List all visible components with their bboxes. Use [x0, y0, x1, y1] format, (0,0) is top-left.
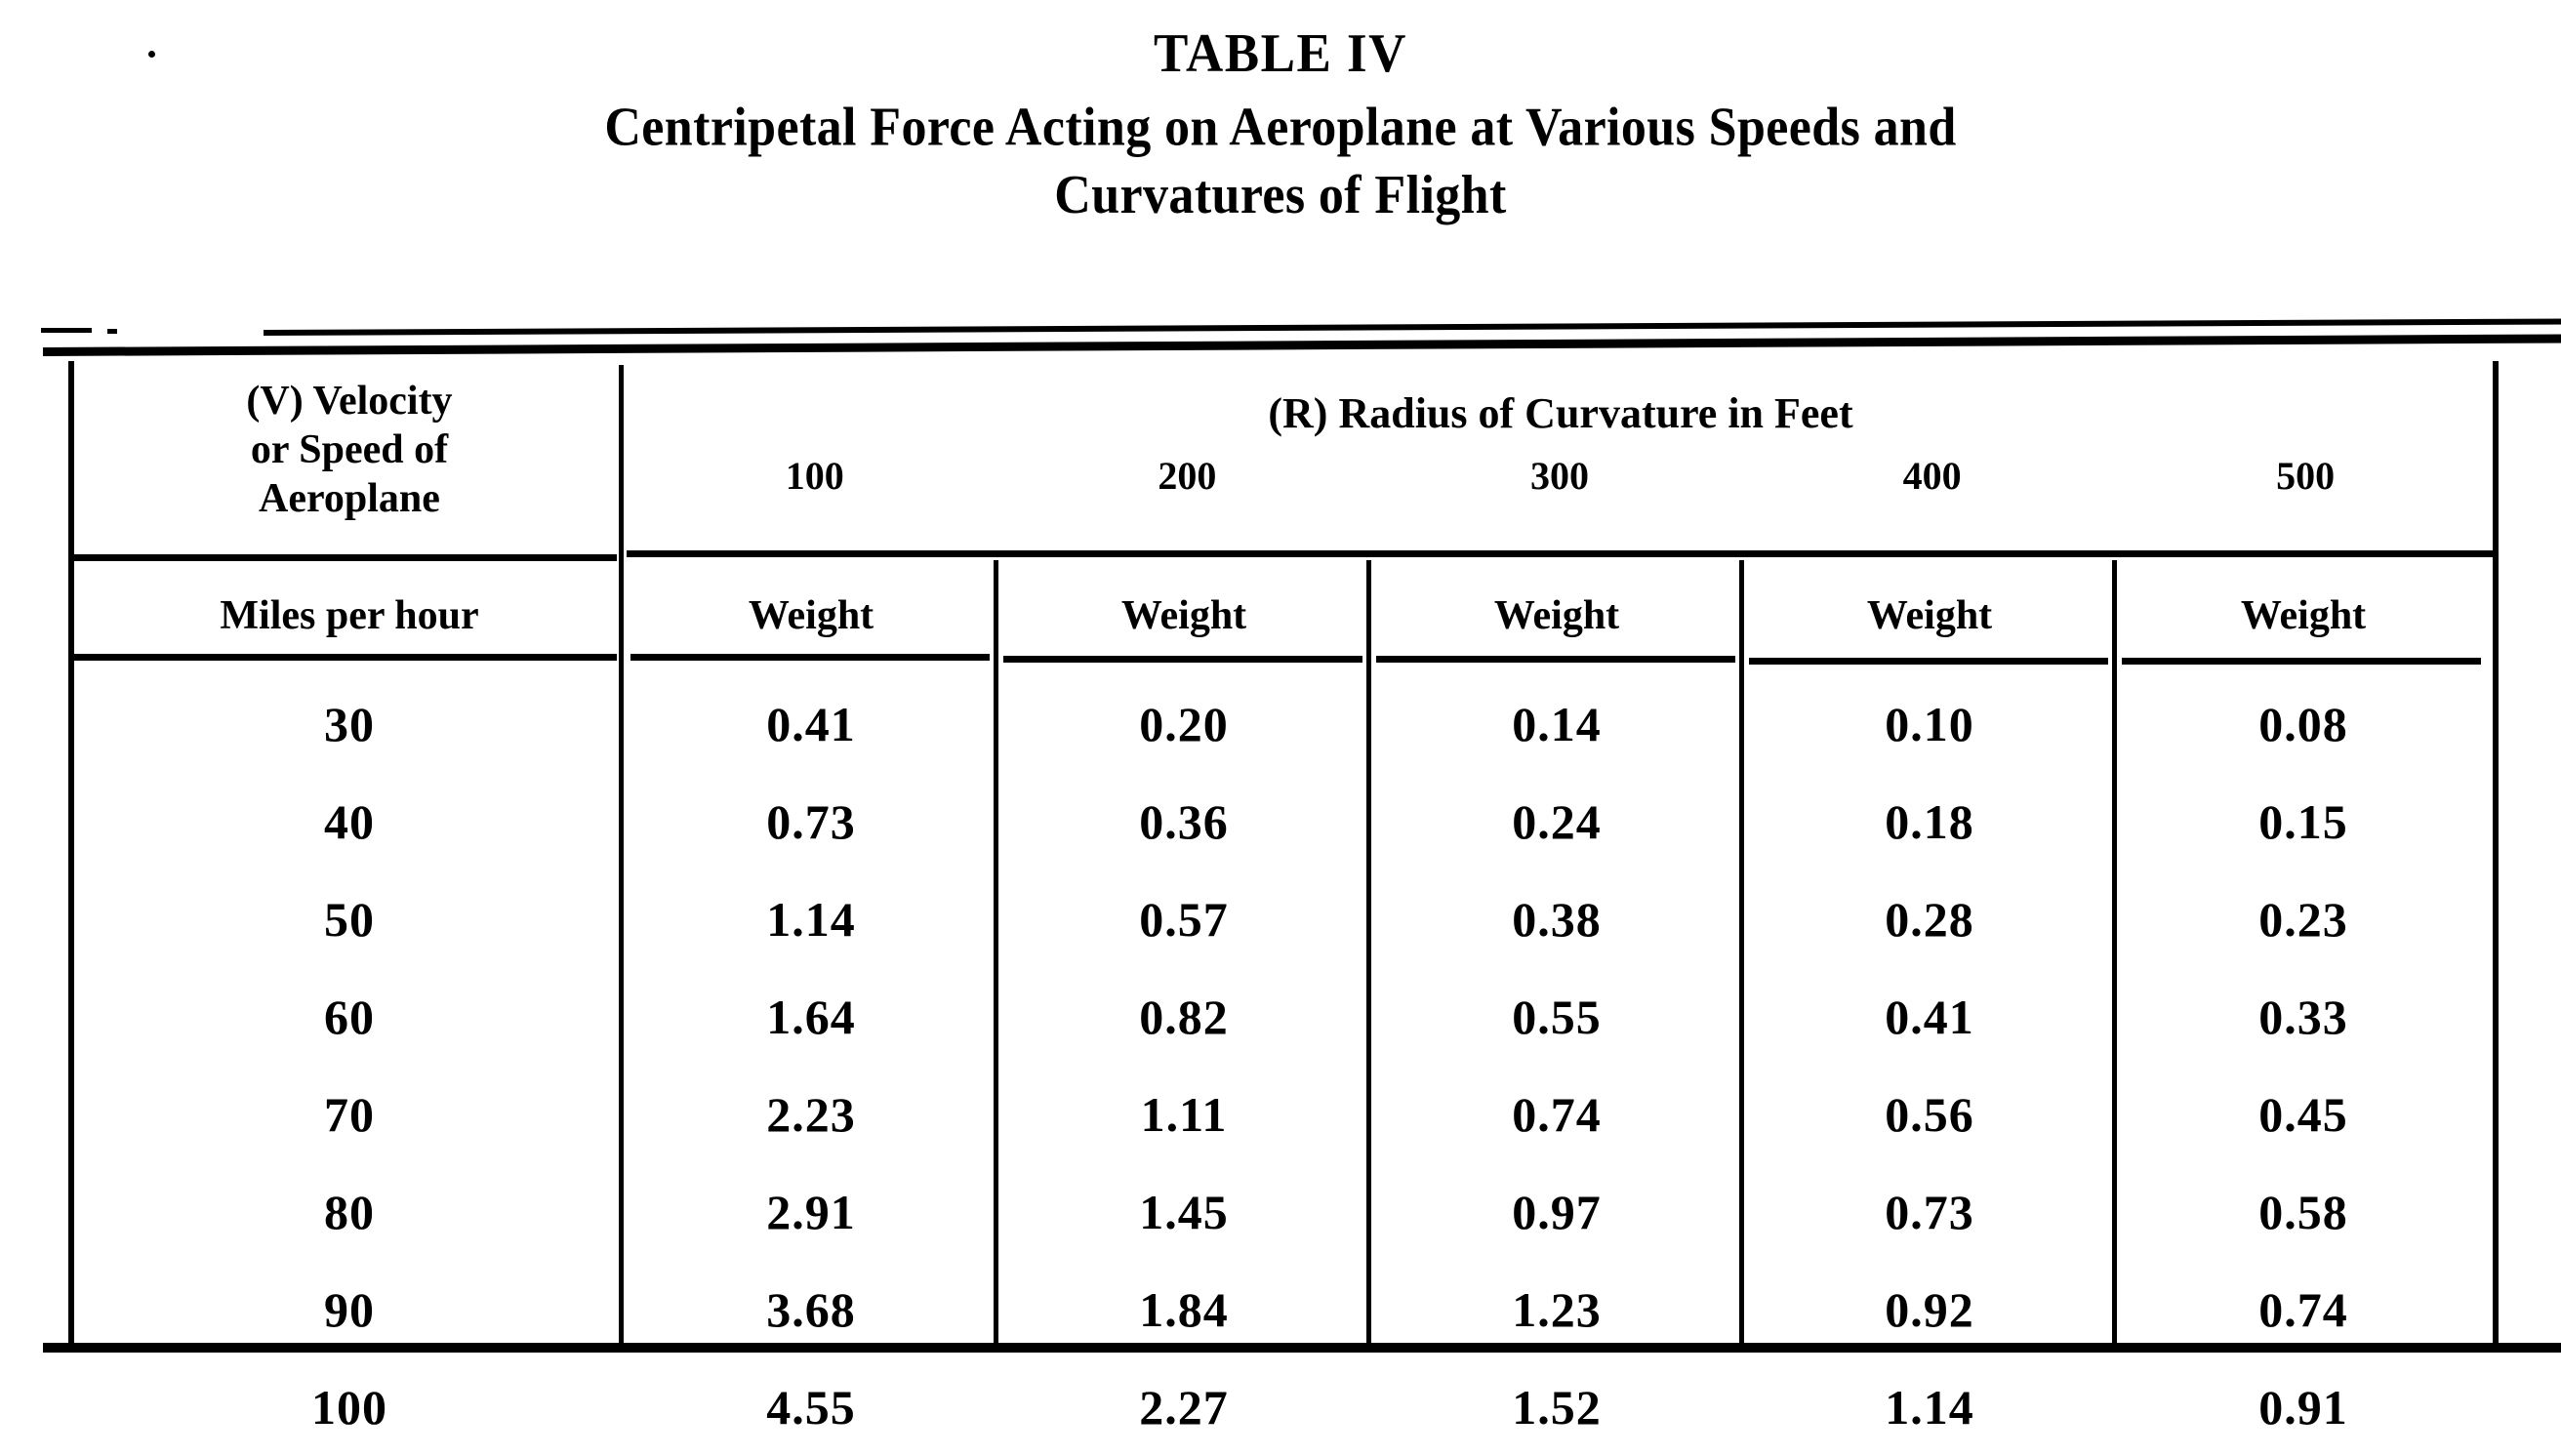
table-caption-line-1: Centripetal Force Acting on Aeroplane at…	[604, 98, 1957, 158]
data-table: (V) Velocity or Speed of Aeroplane (R) R…	[41, 318, 2561, 1435]
unit-row: Miles per hour Weight Weight Weight Weig…	[74, 576, 2493, 656]
cell-speed: 30	[324, 697, 375, 751]
column-group-header: (R) Radius of Curvature in Feet	[1268, 389, 1853, 437]
cell-speed: 40	[324, 794, 375, 849]
table-row: 70 2.23 1.11 0.74 0.56 0.45	[74, 1066, 2493, 1163]
unit-rule-col3	[1376, 656, 1735, 663]
cell-weight-r200: 1.45	[1139, 1185, 1229, 1239]
table-caption: Centripetal Force Acting on Aeroplane at…	[0, 95, 2561, 229]
unit-cell-weight-300: Weight	[1493, 593, 1620, 638]
table-body: 30 0.41 0.20 0.14 0.10 0.08 40 0.73 0.36…	[74, 675, 2493, 1456]
radius-value-100: 100	[785, 454, 844, 498]
cell-weight-r500: 0.23	[2258, 892, 2348, 947]
table-caption-line-2: Curvatures of Flight	[1054, 165, 1507, 225]
row-header-line-3: Aeroplane	[259, 476, 440, 521]
cell-weight-r100: 3.68	[766, 1282, 856, 1337]
unit-cell-weight-200: Weight	[1120, 593, 1247, 638]
header-rule-col0	[74, 554, 617, 561]
table-row: 80 2.91 1.45 0.97 0.73 0.58	[74, 1163, 2493, 1261]
cell-weight-r500: 0.33	[2258, 990, 2348, 1044]
radius-value-500: 500	[2276, 454, 2336, 498]
radius-value-400: 400	[1902, 454, 1962, 498]
cell-weight-r100: 0.41	[766, 697, 856, 751]
cell-weight-r400: 0.56	[1885, 1087, 1974, 1142]
top-rule-inner	[42, 334, 2561, 356]
unit-rule-col4	[1749, 658, 2108, 665]
row-header-line-2: or Speed of	[250, 427, 449, 472]
scanned-table-page: TABLE IV Centripetal Force Acting on Aer…	[0, 0, 2561, 1435]
table-number: TABLE IV	[1154, 23, 1407, 84]
cell-weight-r200: 0.20	[1139, 697, 1229, 751]
cell-speed: 50	[324, 892, 375, 947]
cell-weight-r200: 2.27	[1139, 1380, 1229, 1435]
unit-rule-col5	[2122, 658, 2481, 665]
cell-weight-r100: 2.91	[766, 1185, 856, 1239]
cell-weight-r100: 2.23	[766, 1087, 856, 1142]
table-row: 90 3.68 1.84 1.23 0.92 0.74	[74, 1261, 2493, 1358]
cell-weight-r500: 0.74	[2258, 1282, 2348, 1337]
cell-weight-r100: 1.64	[766, 990, 856, 1044]
cell-weight-r100: 0.73	[766, 794, 856, 849]
unit-cell-speed: Miles per hour	[220, 593, 479, 638]
cell-weight-r400: 0.18	[1885, 794, 1974, 849]
header-rule-radius-group	[627, 550, 2493, 557]
cell-weight-r400: 0.10	[1885, 697, 1974, 751]
cell-weight-r300: 0.97	[1512, 1185, 1602, 1239]
cell-weight-r200: 0.82	[1139, 990, 1229, 1044]
cell-speed: 90	[324, 1282, 375, 1337]
cell-weight-r300: 0.55	[1512, 990, 1602, 1044]
cell-weight-r300: 0.24	[1512, 794, 1602, 849]
cell-weight-r500: 0.08	[2258, 697, 2348, 751]
unit-cell-weight-400: Weight	[1866, 593, 1993, 638]
cell-weight-r400: 0.41	[1885, 990, 1974, 1044]
title-block: TABLE IV Centripetal Force Acting on Aer…	[0, 23, 2561, 225]
row-header-line-1: (V) Velocity	[246, 379, 453, 424]
cell-weight-r500: 0.91	[2258, 1380, 2348, 1435]
table-row: 40 0.73 0.36 0.24 0.18 0.15	[74, 773, 2493, 870]
cell-weight-r300: 0.14	[1512, 697, 1602, 751]
unit-rule-col2	[1003, 656, 1362, 663]
cell-speed: 70	[324, 1087, 375, 1142]
table-row: 30 0.41 0.20 0.14 0.10 0.08	[74, 675, 2493, 773]
cell-weight-r100: 1.14	[766, 892, 856, 947]
cell-weight-r400: 0.28	[1885, 892, 1974, 947]
cell-weight-r300: 0.74	[1512, 1087, 1602, 1142]
radius-value-row: 100 200 300 400 500	[629, 453, 2493, 499]
cell-weight-r400: 0.73	[1885, 1185, 1974, 1239]
table-row: 50 1.14 0.57 0.38 0.28 0.23	[74, 870, 2493, 968]
unit-cell-weight-100: Weight	[748, 593, 874, 638]
top-rule-fragment-left	[41, 328, 92, 333]
cell-weight-r500: 0.58	[2258, 1185, 2348, 1239]
cell-weight-r200: 1.84	[1139, 1282, 1229, 1337]
cell-weight-r300: 0.38	[1512, 892, 1602, 947]
unit-cell-weight-500: Weight	[2240, 593, 2367, 638]
cell-weight-r200: 0.36	[1139, 794, 1229, 849]
cell-weight-r300: 1.23	[1512, 1282, 1602, 1337]
cell-speed: 100	[311, 1380, 387, 1435]
cell-weight-r200: 1.11	[1140, 1087, 1228, 1142]
cell-speed: 80	[324, 1185, 375, 1239]
top-rule-outer	[263, 318, 2561, 336]
cell-speed: 60	[324, 990, 375, 1044]
table-row: 100 4.55 2.27 1.52 1.14 0.91	[74, 1358, 2493, 1456]
cell-weight-r500: 0.45	[2258, 1087, 2348, 1142]
radius-value-200: 200	[1158, 454, 1217, 498]
row-header-stub: (V) Velocity or Speed of Aeroplane	[74, 377, 625, 523]
cell-weight-r400: 1.14	[1885, 1380, 1974, 1435]
table-border-right	[2493, 361, 2499, 1347]
cell-weight-r300: 1.52	[1512, 1380, 1602, 1435]
top-rule-fragment-left-2	[107, 329, 117, 334]
cell-weight-r400: 0.92	[1885, 1282, 1974, 1337]
cell-weight-r500: 0.15	[2258, 794, 2348, 849]
table-row: 60 1.64 0.82 0.55 0.41 0.33	[74, 968, 2493, 1066]
cell-weight-r200: 0.57	[1139, 892, 1229, 947]
cell-weight-r100: 4.55	[766, 1380, 856, 1435]
radius-value-300: 300	[1529, 454, 1589, 498]
